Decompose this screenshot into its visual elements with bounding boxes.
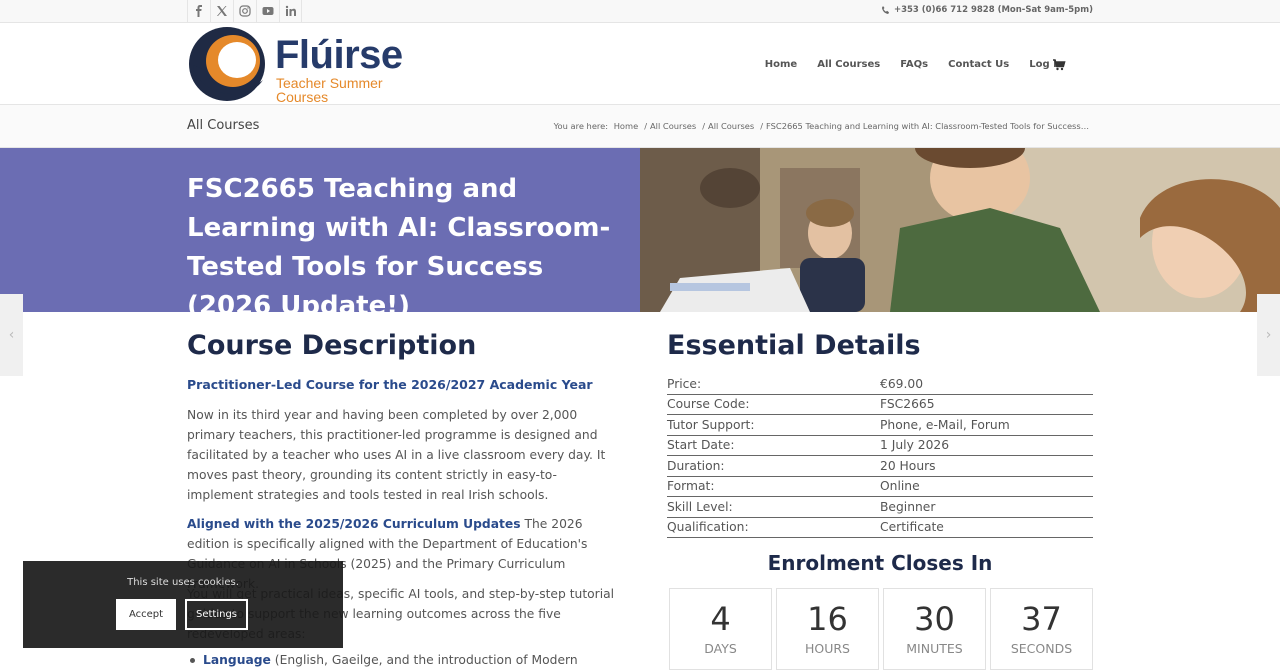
prev-post-arrow[interactable]: ‹ bbox=[0, 294, 23, 376]
linkedin-icon[interactable] bbox=[279, 0, 302, 22]
phone-number: +353 (0)66 712 9828 (Mon-Sat 9am-5pm) bbox=[893, 5, 1093, 15]
countdown-label: DAYS bbox=[704, 641, 737, 656]
countdown-days: 4 DAYS bbox=[669, 588, 772, 670]
teacher-and-students-photo bbox=[640, 148, 1280, 312]
row-label: Course Code: bbox=[667, 397, 750, 412]
list-item: Language (English, Gaeilge, and the intr… bbox=[190, 653, 578, 667]
breadcrumb-prefix: You are here: bbox=[553, 121, 609, 131]
essential-details-table: Price: €69.00 Course Code: FSC2665 Tutor S… bbox=[667, 374, 1093, 538]
table-row: Qualification: Certificate bbox=[667, 518, 1093, 538]
row-label: Format: bbox=[667, 479, 715, 494]
row-label: Start Date: bbox=[667, 438, 735, 453]
essential-details-heading: Essential Details bbox=[667, 330, 921, 361]
nav-home[interactable]: Home bbox=[765, 59, 797, 70]
site-header: Flúirse Teacher Summer Courses Home All … bbox=[0, 23, 1280, 105]
cookie-consent-bar: This site uses cookies. Accept Settings bbox=[23, 561, 343, 648]
logo-tagline-2: Courses bbox=[276, 89, 329, 105]
row-value: Beginner bbox=[880, 499, 936, 514]
countdown-value: 4 bbox=[710, 600, 731, 638]
table-row: Price: €69.00 bbox=[667, 374, 1093, 395]
facebook-icon[interactable] bbox=[187, 0, 210, 22]
nav-contact-us[interactable]: Contact Us bbox=[948, 59, 1009, 70]
countdown-value: 37 bbox=[1021, 600, 1062, 638]
phone-contact[interactable]: +353 (0)66 712 9828 (Mon-Sat 9am-5pm) bbox=[881, 5, 1093, 15]
logo-name: Flúirse bbox=[275, 33, 403, 77]
row-value: Certificate bbox=[880, 520, 944, 535]
curriculum-updates-heading: Aligned with the 2025/2026 Curriculum Up… bbox=[187, 517, 521, 531]
row-label: Qualification: bbox=[667, 520, 749, 535]
countdown-seconds: 37 SECONDS bbox=[990, 588, 1093, 670]
table-row: Format: Online bbox=[667, 477, 1093, 497]
countdown-label: MINUTES bbox=[906, 641, 963, 656]
cart-icon[interactable] bbox=[1052, 57, 1066, 71]
list-item-text: (English, Gaeilge, and the introduction … bbox=[270, 653, 578, 667]
course-hero: FSC2665 Teaching and Learning with AI: C… bbox=[0, 148, 1280, 321]
table-row: Duration: 20 Hours bbox=[667, 456, 1093, 477]
table-row: Start Date: 1 July 2026 bbox=[667, 436, 1093, 456]
top-bar: +353 (0)66 712 9828 (Mon-Sat 9am-5pm) bbox=[0, 0, 1280, 23]
cookie-message: This site uses cookies. bbox=[127, 577, 239, 588]
row-label: Duration: bbox=[667, 458, 725, 473]
description-paragraph-1: Now in its third year and having been co… bbox=[187, 408, 606, 502]
countdown-value: 30 bbox=[914, 600, 955, 638]
row-label: Skill Level: bbox=[667, 499, 733, 514]
table-row: Skill Level: Beginner bbox=[667, 497, 1093, 518]
countdown-minutes: 30 MINUTES bbox=[883, 588, 986, 670]
enrolment-closes-heading: Enrolment Closes In bbox=[767, 551, 993, 575]
hero-title-panel: FSC2665 Teaching and Learning with AI: C… bbox=[0, 148, 640, 321]
hero-title: FSC2665 Teaching and Learning with AI: C… bbox=[187, 174, 611, 321]
page-title[interactable]: All Courses bbox=[187, 118, 259, 133]
site-logo[interactable]: Flúirse Teacher Summer Courses bbox=[187, 25, 417, 105]
nav-all-courses[interactable]: All Courses bbox=[817, 59, 880, 70]
cookie-settings-button[interactable]: Settings bbox=[185, 599, 248, 630]
main-nav: Home All Courses FAQs Contact Us Log In bbox=[745, 23, 1064, 105]
breadcrumb-current: FSC2665 Teaching and Learning with AI: C… bbox=[766, 121, 1089, 131]
enrolment-countdown: 4 DAYS 16 HOURS 30 MINUTES 37 SECONDS bbox=[669, 588, 1093, 670]
countdown-hours: 16 HOURS bbox=[776, 588, 879, 670]
logo-mark-icon bbox=[189, 27, 265, 101]
course-description-heading: Course Description bbox=[187, 330, 477, 361]
nav-faqs[interactable]: FAQs bbox=[900, 59, 928, 70]
breadcrumb-all-courses-1[interactable]: All Courses bbox=[650, 121, 696, 131]
row-label: Tutor Support: bbox=[667, 417, 755, 432]
row-label: Price: bbox=[667, 376, 702, 391]
cookie-accept-button[interactable]: Accept bbox=[116, 599, 176, 630]
list-item-title: Language bbox=[203, 653, 271, 667]
instagram-icon[interactable] bbox=[233, 0, 256, 22]
social-links bbox=[187, 0, 302, 22]
countdown-label: HOURS bbox=[804, 641, 850, 656]
row-value: €69.00 bbox=[880, 376, 924, 391]
breadcrumb-all-courses-2[interactable]: All Courses bbox=[708, 121, 754, 131]
breadcrumb-home[interactable]: Home bbox=[614, 121, 639, 131]
course-description-subheading: Practitioner-Led Course for the 2026/202… bbox=[187, 377, 593, 392]
youtube-icon[interactable] bbox=[256, 0, 279, 22]
page-title-bar: All Courses You are here: Home / All Cours… bbox=[0, 105, 1280, 148]
row-value: 1 July 2026 bbox=[880, 438, 950, 453]
phone-icon bbox=[881, 6, 889, 14]
x-twitter-icon[interactable] bbox=[210, 0, 233, 22]
hero-image bbox=[640, 148, 1280, 312]
bullet-icon bbox=[190, 658, 195, 663]
row-value: 20 Hours bbox=[880, 458, 936, 473]
table-row: Course Code: FSC2665 bbox=[667, 395, 1093, 415]
countdown-value: 16 bbox=[807, 600, 848, 638]
next-post-arrow[interactable]: › bbox=[1257, 294, 1280, 376]
countdown-label: SECONDS bbox=[1010, 641, 1073, 656]
row-value: FSC2665 bbox=[880, 397, 935, 412]
logo-tagline-1: Teacher Summer bbox=[276, 75, 383, 91]
row-value: Online bbox=[880, 479, 920, 494]
table-row: Tutor Support: Phone, e-Mail, Forum bbox=[667, 415, 1093, 436]
row-value: Phone, e-Mail, Forum bbox=[880, 417, 1010, 432]
breadcrumb: You are here: Home / All Courses / All Cours… bbox=[553, 121, 1089, 131]
